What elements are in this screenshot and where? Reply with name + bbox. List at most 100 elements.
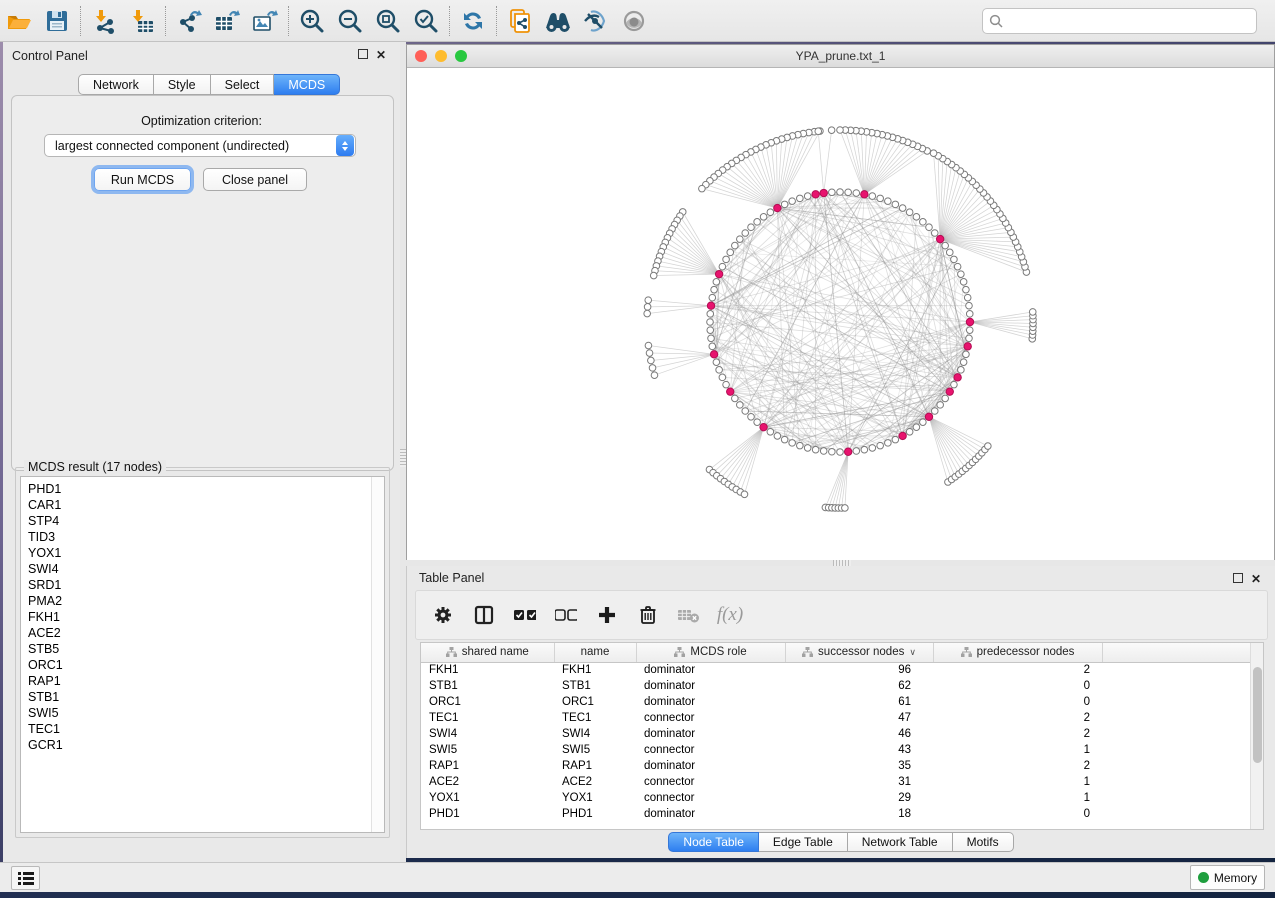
network-node[interactable]	[707, 327, 714, 334]
show-eye-button[interactable]	[615, 4, 653, 38]
network-node[interactable]	[781, 436, 788, 443]
network-node[interactable]	[906, 428, 913, 435]
network-node[interactable]	[709, 294, 716, 301]
network-node[interactable]	[737, 402, 744, 409]
memory-button[interactable]: Memory	[1190, 865, 1265, 890]
network-node[interactable]	[820, 448, 827, 455]
dominator-node[interactable]	[946, 388, 953, 395]
network-node[interactable]	[719, 374, 726, 381]
mcds-result-node[interactable]: ORC1	[28, 657, 384, 673]
criterion-select[interactable]: largest connected component (undirected)	[44, 134, 356, 157]
select-all-checkboxes-button[interactable]	[514, 604, 536, 626]
dominator-node[interactable]	[820, 189, 827, 196]
dominator-node[interactable]	[812, 191, 819, 198]
network-node[interactable]	[789, 198, 796, 205]
network-node[interactable]	[707, 319, 714, 326]
mcds-result-node[interactable]: TID3	[28, 529, 384, 545]
mcds-list-scrollbar[interactable]	[371, 477, 384, 832]
network-node[interactable]	[963, 351, 970, 358]
network-node[interactable]	[829, 189, 836, 196]
network-node[interactable]	[966, 311, 973, 318]
table-row[interactable]: RAP1RAP1dominator352	[421, 758, 1251, 774]
apply-function-button[interactable]: f(x)	[719, 604, 741, 626]
network-node[interactable]	[707, 311, 714, 318]
network-node[interactable]	[960, 359, 967, 366]
column-header[interactable]: successor nodes∨	[785, 643, 933, 662]
mcds-result-node[interactable]: TEC1	[28, 721, 384, 737]
tab-network[interactable]: Network	[78, 74, 154, 95]
network-node[interactable]	[885, 440, 892, 447]
network-node[interactable]	[828, 127, 835, 134]
network-node[interactable]	[649, 365, 656, 372]
network-node[interactable]	[781, 201, 788, 208]
mcds-result-node[interactable]: SWI4	[28, 561, 384, 577]
dominator-node[interactable]	[899, 432, 906, 439]
network-node[interactable]	[966, 327, 973, 334]
hide-detail-button[interactable]	[577, 4, 615, 38]
network-node[interactable]	[741, 491, 748, 498]
close-panel-icon[interactable]: ✕	[1251, 573, 1261, 585]
network-node[interactable]	[892, 436, 899, 443]
network-node[interactable]	[930, 150, 937, 157]
network-node[interactable]	[644, 304, 651, 311]
network-node[interactable]	[789, 440, 796, 447]
mcds-result-node[interactable]: STB5	[28, 641, 384, 657]
mcds-result-node[interactable]: YOX1	[28, 545, 384, 561]
task-history-button[interactable]	[11, 866, 40, 890]
delete-column-button[interactable]	[637, 604, 659, 626]
network-node[interactable]	[861, 446, 868, 453]
network-node[interactable]	[742, 408, 749, 415]
open-file-button[interactable]	[0, 4, 38, 38]
network-node[interactable]	[931, 408, 938, 415]
scrollbar-thumb[interactable]	[1253, 667, 1262, 763]
tab-motifs[interactable]: Motifs	[953, 832, 1014, 852]
network-node[interactable]	[942, 242, 949, 249]
export-table-button[interactable]	[208, 4, 246, 38]
run-mcds-button[interactable]: Run MCDS	[94, 168, 191, 191]
table-row[interactable]: FKH1FKH1dominator962	[421, 662, 1251, 678]
network-node[interactable]	[708, 335, 715, 342]
network-node[interactable]	[713, 279, 720, 286]
network-node[interactable]	[837, 189, 844, 196]
table-row[interactable]: STB1STB1dominator620	[421, 678, 1251, 694]
network-node[interactable]	[985, 443, 992, 450]
float-panel-icon[interactable]	[1233, 573, 1243, 583]
network-node[interactable]	[644, 310, 651, 317]
table-row[interactable]: SWI4SWI4dominator462	[421, 726, 1251, 742]
network-node[interactable]	[812, 446, 819, 453]
network-node[interactable]	[885, 198, 892, 205]
network-node[interactable]	[951, 256, 958, 263]
dominator-node[interactable]	[727, 388, 734, 395]
split-panes-button[interactable]	[473, 604, 495, 626]
search-input[interactable]	[1004, 14, 1250, 28]
add-column-button[interactable]	[596, 604, 618, 626]
import-network-button[interactable]	[85, 4, 123, 38]
dominator-node[interactable]	[936, 235, 943, 242]
network-node[interactable]	[920, 419, 927, 426]
network-node[interactable]	[760, 214, 767, 221]
mcds-result-node[interactable]: PHD1	[28, 481, 384, 497]
close-panel-icon[interactable]: ✕	[376, 49, 386, 61]
network-node[interactable]	[958, 271, 965, 278]
table-row[interactable]: TEC1TEC1connector472	[421, 710, 1251, 726]
network-node[interactable]	[723, 256, 730, 263]
network-node[interactable]	[869, 193, 876, 200]
network-node[interactable]	[767, 209, 774, 216]
table-row[interactable]: ORC1ORC1dominator610	[421, 694, 1251, 710]
network-node[interactable]	[797, 442, 804, 449]
network-node[interactable]	[754, 219, 761, 226]
mcds-result-list[interactable]: PHD1CAR1STP4TID3YOX1SWI4SRD1PMA2FKH1ACE2…	[20, 476, 385, 833]
dominator-node[interactable]	[710, 351, 717, 358]
table-settings-button[interactable]	[432, 604, 454, 626]
dominator-node[interactable]	[966, 318, 973, 325]
mcds-result-node[interactable]: ACE2	[28, 625, 384, 641]
mcds-result-node[interactable]: FKH1	[28, 609, 384, 625]
network-node[interactable]	[906, 209, 913, 216]
mcds-result-node[interactable]: PMA2	[28, 593, 384, 609]
network-node[interactable]	[716, 367, 723, 374]
network-node[interactable]	[892, 201, 899, 208]
share-network-document-button[interactable]	[501, 4, 539, 38]
mcds-result-node[interactable]: STP4	[28, 513, 384, 529]
table-scrollbar[interactable]	[1250, 643, 1263, 829]
close-panel-button[interactable]: Close panel	[203, 168, 307, 191]
